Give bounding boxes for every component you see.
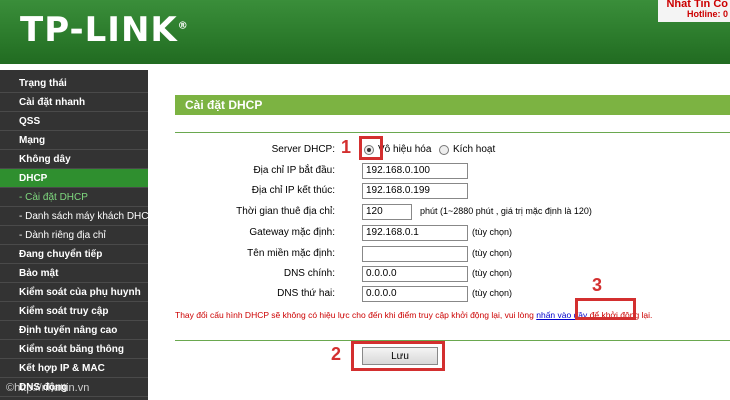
domain-hint: (tùy chọn) xyxy=(472,248,513,258)
sidebar-item-address-reservation[interactable]: - Dành riêng địa chỉ xyxy=(0,226,148,245)
lease-time-hint: phút (1~2880 phút , giá trị mặc định là … xyxy=(420,206,592,216)
annotation-box-link xyxy=(575,298,636,320)
sidebar-menu: Trạng thái Cài đặt nhanh QSS Mạng Không … xyxy=(0,70,148,400)
annotation-box-radio xyxy=(359,136,383,160)
sidebar-item-qss[interactable]: QSS xyxy=(0,112,148,131)
gateway-label: Gateway mặc định: xyxy=(249,227,335,238)
server-dhcp-label: Server DHCP: xyxy=(271,144,335,155)
annotation-marker-1: 1 xyxy=(341,137,352,157)
sidebar-item-dhcp-settings[interactable]: - Cài đặt DHCP xyxy=(0,188,148,207)
watermark-bottom: ©http://nhattin.vn xyxy=(6,382,90,394)
bottom-divider xyxy=(175,340,730,341)
sidebar-item-quick-setup[interactable]: Cài đặt nhanh xyxy=(0,93,148,112)
annotation-marker-2: 2 xyxy=(331,344,342,364)
page-title: Cài đặt DHCP xyxy=(175,95,730,115)
start-ip-input[interactable]: 192.168.0.100 xyxy=(362,163,468,179)
dns-primary-hint: (tùy chọn) xyxy=(472,268,513,278)
gateway-hint: (tùy chọn) xyxy=(472,227,513,237)
header-bar: TP-LINK® Nhat Tin Co Hotline: 0 xyxy=(0,0,730,64)
sidebar-item-ip-mac-binding[interactable]: Kết hợp IP & MAC xyxy=(0,359,148,378)
hotline-text: Hotline: 0 xyxy=(686,9,728,19)
annotation-box-save xyxy=(351,341,445,371)
dns-secondary-input[interactable]: 0.0.0.0 xyxy=(362,286,468,302)
sidebar-item-network[interactable]: Mạng xyxy=(0,131,148,150)
dns-secondary-label: DNS thứ hai: xyxy=(277,288,335,299)
sidebar-item-forwarding[interactable]: Đang chuyển tiếp xyxy=(0,245,148,264)
domain-label: Tên miền mặc định: xyxy=(247,248,335,259)
dns-secondary-hint: (tùy chọn) xyxy=(472,288,513,298)
radio-enable-label: Kích hoạt xyxy=(453,144,496,155)
gateway-input[interactable]: 192.168.0.1 xyxy=(362,225,468,241)
sidebar-item-wireless[interactable]: Không dây xyxy=(0,150,148,169)
lease-time-label: Thời gian thuê địa chỉ: xyxy=(236,206,335,217)
radio-enable[interactable] xyxy=(439,145,449,155)
end-ip-input[interactable]: 192.168.0.199 xyxy=(362,183,468,199)
radio-disable-label: Vô hiệu hóa xyxy=(378,144,432,155)
lease-time-input[interactable]: 120 xyxy=(362,204,412,220)
dns-primary-input[interactable]: 0.0.0.0 xyxy=(362,266,468,282)
dns-primary-label: DNS chính: xyxy=(283,268,335,279)
sidebar-item-dhcp[interactable]: DHCP xyxy=(0,169,148,188)
sidebar-item-parental-control[interactable]: Kiểm soát của phụ huynh xyxy=(0,283,148,302)
sidebar-item-advanced-routing[interactable]: Định tuyến nâng cao xyxy=(0,321,148,340)
sidebar-item-security[interactable]: Bảo mật xyxy=(0,264,148,283)
end-ip-label: Địa chỉ IP kết thúc: xyxy=(251,185,335,196)
top-divider xyxy=(175,132,730,133)
annotation-marker-3: 3 xyxy=(592,275,603,295)
sidebar-item-access-control[interactable]: Kiểm soát truy cập xyxy=(0,302,148,321)
sidebar-item-dhcp-clients[interactable]: - Danh sách máy khách DHCP xyxy=(0,207,148,226)
start-ip-label: Địa chỉ IP bắt đầu: xyxy=(253,165,335,176)
tp-link-logo: TP-LINK® xyxy=(20,10,189,50)
sidebar-item-bandwidth-control[interactable]: Kiểm soát băng thông xyxy=(0,340,148,359)
sidebar-item-status[interactable]: Trạng thái xyxy=(0,74,148,93)
domain-input[interactable] xyxy=(362,246,468,262)
